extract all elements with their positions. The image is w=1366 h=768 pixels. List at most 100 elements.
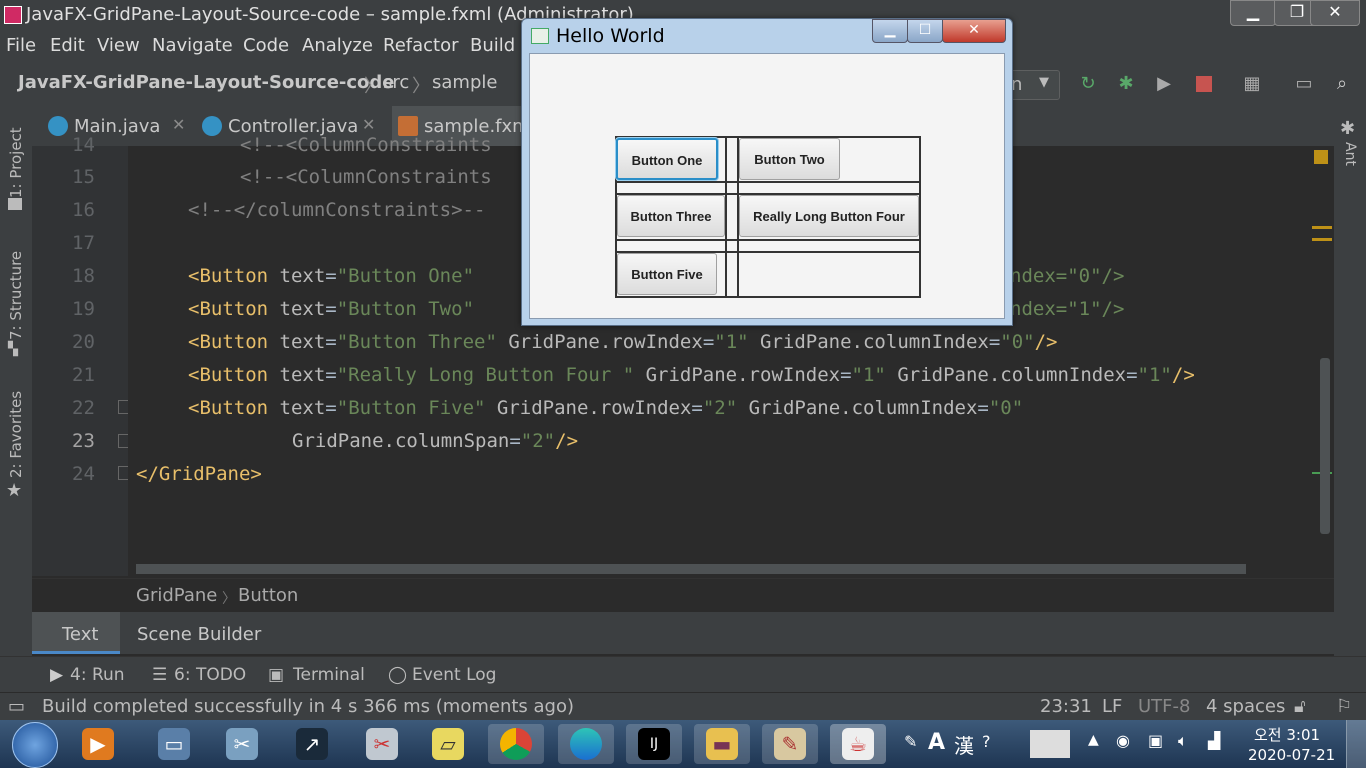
breadcrumb-button[interactable]: Button bbox=[238, 585, 298, 606]
device-icon[interactable]: ▣ bbox=[1148, 731, 1163, 750]
ime-mode-a[interactable]: A bbox=[928, 730, 945, 755]
grid-line bbox=[615, 296, 921, 298]
nav-sample[interactable]: sample bbox=[432, 72, 497, 93]
file-encoding[interactable]: UTF-8 bbox=[1138, 696, 1190, 717]
input-pad-icon[interactable] bbox=[1030, 730, 1070, 758]
taskbar-media-player[interactable]: ▶ bbox=[70, 724, 126, 764]
rerun-icon[interactable]: ↻ bbox=[1076, 72, 1100, 96]
warning-stripe[interactable] bbox=[1312, 226, 1332, 229]
editor-gutter: 14 15 16 17 18 19 20 21 22 23 24 bbox=[32, 134, 132, 576]
show-hidden-icons[interactable]: ▲ bbox=[1088, 732, 1099, 748]
taskbar-chrome[interactable] bbox=[488, 724, 544, 764]
menu-view[interactable]: View bbox=[97, 35, 140, 56]
breadcrumb-gridpane[interactable]: GridPane bbox=[136, 585, 217, 606]
taskbar-edge[interactable] bbox=[558, 724, 614, 764]
todo-tool-button[interactable]: 6: TODO bbox=[174, 665, 246, 685]
ime-hanja[interactable]: 漢 bbox=[954, 730, 974, 759]
grid-line bbox=[615, 239, 921, 241]
taskbar-app-5[interactable]: ✂ bbox=[354, 724, 410, 764]
status-message[interactable]: Build completed successfully in 4 s 366 … bbox=[42, 696, 574, 717]
search-icon[interactable]: ⌕ bbox=[1330, 72, 1354, 96]
clock-time[interactable]: 오전 3:01 bbox=[1254, 724, 1320, 745]
project-tool-button[interactable]: 1: Project bbox=[7, 127, 25, 198]
button-four[interactable]: Really Long Button Four bbox=[739, 195, 919, 237]
menu-file[interactable]: File bbox=[6, 35, 36, 56]
taskbar-java[interactable]: ☕ bbox=[830, 724, 886, 764]
java-class-icon bbox=[48, 116, 68, 136]
menu-navigate[interactable]: Navigate bbox=[152, 35, 233, 56]
start-button[interactable] bbox=[12, 722, 58, 768]
button-three[interactable]: Button Three bbox=[617, 195, 725, 237]
indent-setting[interactable]: 4 spaces bbox=[1206, 696, 1285, 717]
warning-marker-icon[interactable] bbox=[1314, 150, 1328, 164]
coverage-icon[interactable]: ▶ bbox=[1152, 72, 1176, 96]
line-number: 14 bbox=[72, 134, 95, 156]
java-window-icon bbox=[531, 28, 549, 44]
line-number: 15 bbox=[72, 166, 95, 188]
warning-stripe[interactable] bbox=[1312, 238, 1332, 241]
event-log-tool-button[interactable]: Event Log bbox=[412, 665, 496, 685]
nav-src[interactable]: src bbox=[383, 72, 409, 93]
terminal-tool-button[interactable]: Terminal bbox=[293, 665, 365, 685]
menu-refactor[interactable]: Refactor bbox=[383, 35, 459, 56]
project-structure-icon[interactable]: ▦ bbox=[1240, 72, 1264, 96]
ant-tool-button[interactable]: Ant bbox=[1342, 142, 1358, 166]
notification-icon[interactable]: ⚐ bbox=[1336, 696, 1352, 717]
java-class-icon bbox=[202, 116, 222, 136]
editor-vertical-scrollbar[interactable] bbox=[1320, 358, 1330, 534]
menu-analyze[interactable]: Analyze bbox=[302, 35, 373, 56]
presentation-icon[interactable]: ▭ bbox=[1292, 72, 1316, 96]
taskbar-paint[interactable]: ✎ bbox=[762, 724, 818, 764]
menu-code[interactable]: Code bbox=[243, 35, 289, 56]
lock-icon[interactable]: 🔓︎ bbox=[1294, 696, 1306, 717]
tool-window-bar: ▶ 4: Run ☰ 6: TODO ▣ Terminal ◯ Event Lo… bbox=[0, 656, 1366, 693]
editor-horizontal-scrollbar[interactable] bbox=[136, 564, 1246, 574]
run-config-selector[interactable]: n ▼ bbox=[1006, 70, 1060, 100]
clock-date[interactable]: 2020-07-21 bbox=[1248, 746, 1335, 764]
network-globe-icon[interactable]: ◉ bbox=[1116, 731, 1130, 750]
taskbar-app-4[interactable]: ↗ bbox=[284, 724, 340, 764]
hw-close-button[interactable]: ✕ bbox=[942, 19, 1006, 43]
help-icon[interactable]: ? bbox=[982, 732, 991, 751]
taskbar-intellij[interactable]: IJ bbox=[626, 724, 682, 764]
code-line: GridPane.columnSpan="2"/> bbox=[292, 430, 579, 452]
editor-mode-tabs: Text Scene Builder bbox=[32, 612, 1334, 654]
nav-project[interactable]: JavaFX-GridPane-Layout-Source-code bbox=[18, 72, 395, 93]
volume-icon[interactable]: 🔈︎ bbox=[1178, 731, 1188, 751]
run-tool-button[interactable]: 4: Run bbox=[70, 665, 125, 685]
line-separator[interactable]: LF bbox=[1102, 696, 1122, 717]
tab-main-java[interactable]: Main.java ✕ bbox=[40, 106, 190, 146]
line-number: 17 bbox=[72, 232, 95, 254]
tab-text[interactable]: Text bbox=[62, 624, 98, 645]
taskbar-explorer[interactable]: ▬ bbox=[694, 724, 750, 764]
windows-taskbar: ▶ ▭ ✂ ↗ ✂ ▱ IJ ▬ ✎ ☕ ✎ A 漢 ? ▲ ◉ ▣ 🔈︎ ▟ … bbox=[0, 720, 1366, 768]
close-tab-icon[interactable]: ✕ bbox=[172, 115, 185, 134]
button-one[interactable]: Button One bbox=[616, 138, 718, 180]
signal-icon[interactable]: ▟ bbox=[1208, 731, 1220, 750]
favorites-tool-button[interactable]: 2: Favorites bbox=[7, 391, 25, 478]
hw-minimize-button[interactable]: ▁ bbox=[872, 19, 908, 43]
taskbar-sticky-notes[interactable]: ▱ bbox=[420, 724, 476, 764]
tab-scene-builder[interactable]: Scene Builder bbox=[137, 624, 261, 645]
stop-icon[interactable] bbox=[1192, 72, 1216, 96]
menu-build[interactable]: Build bbox=[470, 35, 515, 56]
ime-tool-icon[interactable]: ✎ bbox=[904, 732, 917, 751]
structure-tool-button[interactable]: 7: Structure bbox=[7, 251, 25, 340]
hw-maximize-button[interactable]: ☐ bbox=[907, 19, 943, 43]
button-five[interactable]: Button Five bbox=[617, 253, 717, 295]
button-two[interactable]: Button Two bbox=[739, 138, 840, 180]
toggle-tool-windows-icon[interactable]: ▭ bbox=[8, 696, 25, 717]
structure-icon: ▚ bbox=[8, 342, 18, 357]
debug-icon[interactable]: ✱ bbox=[1114, 72, 1138, 96]
menu-edit[interactable]: Edit bbox=[50, 35, 85, 56]
star-icon: ★ bbox=[6, 480, 23, 501]
caret-position[interactable]: 23:31 bbox=[1040, 696, 1092, 717]
close-button[interactable]: ✕ bbox=[1310, 0, 1360, 26]
close-tab-icon[interactable]: ✕ bbox=[362, 115, 375, 134]
chevron-down-icon: ▼ bbox=[1039, 75, 1049, 90]
show-desktop-button[interactable] bbox=[1346, 720, 1366, 768]
taskbar-app-3[interactable]: ✂ bbox=[214, 724, 270, 764]
taskbar-app-2[interactable]: ▭ bbox=[146, 724, 202, 764]
code-line: <Button text="Button Two" bbox=[188, 298, 475, 320]
minimize-button[interactable]: ▁ bbox=[1230, 0, 1276, 26]
